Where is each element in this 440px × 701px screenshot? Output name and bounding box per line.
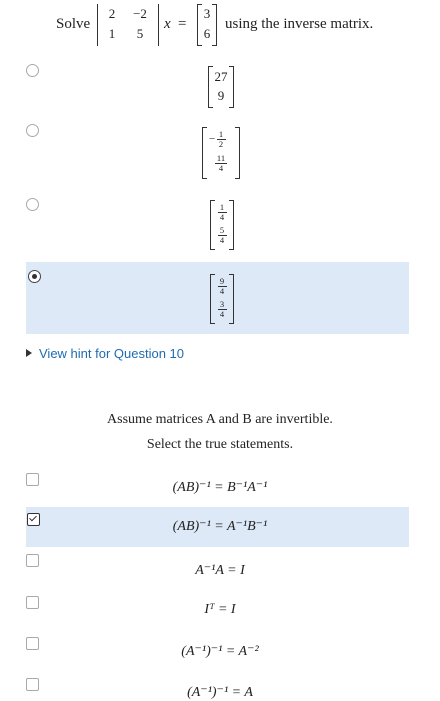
solve-word: Solve [56, 16, 91, 32]
statement-option-1[interactable]: (AB)⁻¹ = B⁻¹A⁻¹ [0, 470, 440, 500]
numerator: 3 [219, 299, 225, 309]
answer-vector: 9 4 3 4 [210, 274, 234, 324]
radio-button-selected[interactable] [28, 270, 41, 283]
question-2-line-1: Assume matrices A and B are invertible. [107, 412, 333, 427]
numerator: 9 [219, 276, 225, 286]
question-2-line-2: Select the true statements. [146, 437, 294, 452]
denominator: 4 [218, 163, 224, 173]
rhs-cell: 6 [203, 26, 211, 41]
statement-text: (AB)⁻¹ = B⁻¹A⁻¹ [172, 480, 268, 495]
rhs-cell: 3 [203, 6, 211, 21]
vector-entry: 3 4 [210, 300, 234, 319]
radio-button[interactable] [26, 198, 39, 211]
numerator: 1 [218, 129, 224, 139]
matrix-cell: 5 [136, 26, 144, 41]
statement-text: Iᵀ = I [204, 602, 236, 617]
minus-sign: − [209, 133, 216, 145]
hint-toggle[interactable]: View hint for Question 10 [26, 346, 184, 361]
answer-option-4[interactable]: 9 4 3 4 [26, 262, 409, 334]
radio-button[interactable] [26, 64, 39, 77]
equals-sign: = [178, 16, 187, 32]
answer-option-2[interactable]: − 1 2 11 4 [26, 118, 409, 180]
coefficient-matrix: 2 −2 1 5 [97, 4, 159, 46]
statement-option-2[interactable]: (AB)⁻¹ = A⁻¹B⁻¹ [26, 507, 409, 547]
statement-text: A⁻¹A = I [195, 563, 245, 578]
numerator: 11 [216, 153, 226, 163]
matrix-cell: −2 [133, 6, 147, 21]
hint-link[interactable]: View hint for Question 10 [39, 346, 184, 361]
denominator: 4 [219, 212, 225, 222]
statement-option-6[interactable]: (A⁻¹)⁻¹ = A [0, 676, 440, 700]
statement-option-5[interactable]: (A⁻¹)⁻¹ = A⁻² [0, 635, 440, 665]
numerator: 5 [219, 225, 225, 235]
statement-option-3[interactable]: A⁻¹A = I [0, 552, 440, 582]
numerator: 1 [219, 202, 225, 212]
matrix-left-bar [97, 4, 98, 46]
statement-text: (A⁻¹)⁻¹ = A⁻² [181, 644, 259, 659]
answer-vector: − 1 2 11 4 [202, 127, 240, 179]
vector-entry: 27 [214, 69, 228, 84]
denominator: 4 [219, 286, 225, 296]
matrix-right-bar [158, 4, 159, 46]
expand-triangle-icon[interactable] [26, 349, 32, 357]
vector-entry: 9 4 [210, 277, 234, 296]
vector-entry: − 1 2 [202, 130, 240, 149]
vector-entry: 1 4 [210, 203, 234, 222]
answer-option-3[interactable]: 1 4 5 4 [26, 192, 409, 252]
denominator: 4 [219, 235, 225, 245]
prompt-suffix: using the inverse matrix. [225, 16, 374, 32]
vector-entry: 5 4 [210, 226, 234, 245]
statement-option-4[interactable]: Iᵀ = I [0, 593, 440, 623]
radio-button[interactable] [26, 124, 39, 137]
matrix-cell: 1 [108, 26, 116, 41]
matrix-cell: 2 [108, 6, 116, 21]
statement-text: (A⁻¹)⁻¹ = A [187, 685, 253, 700]
answer-vector: 27 9 [208, 66, 234, 108]
question-1-prompt: Solve 2 −2 1 5 x⃗ = 3 6 using the invers… [0, 4, 440, 46]
vector-entry: 9 [217, 88, 225, 103]
answer-vector: 1 4 5 4 [210, 200, 234, 250]
denominator: 2 [218, 139, 224, 149]
statement-text: (AB)⁻¹ = A⁻¹B⁻¹ [172, 519, 268, 534]
denominator: 4 [219, 309, 225, 319]
vector-entry: 11 4 [202, 154, 240, 173]
rhs-vector: 3 6 [197, 4, 217, 46]
answer-option-1[interactable]: 27 9 [26, 56, 409, 112]
